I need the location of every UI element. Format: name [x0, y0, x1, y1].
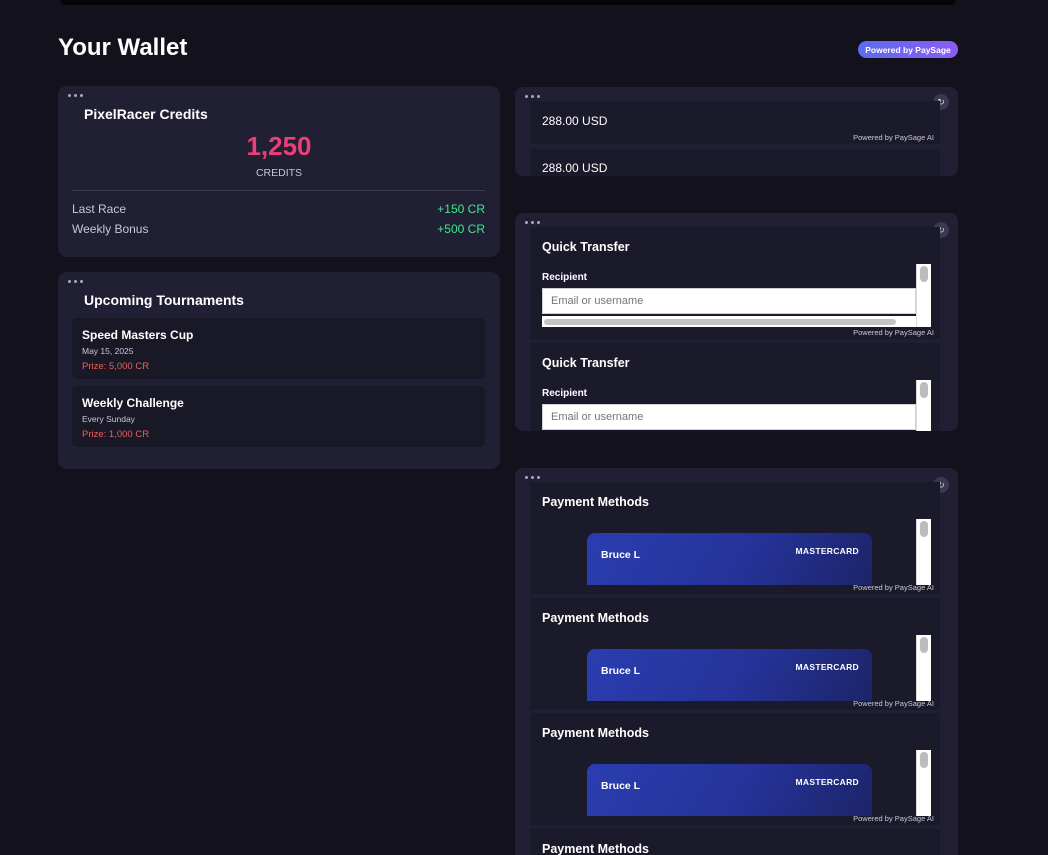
payment-methods-title: Payment Methods [542, 611, 649, 625]
tournament-item[interactable]: Speed Masters Cup May 15, 2025 Prize: 5,… [72, 318, 485, 379]
credit-card[interactable]: Bruce L MASTERCARD [587, 764, 872, 816]
card-holder: Bruce L [601, 549, 641, 561]
payment-methods-title: Payment Methods [542, 842, 649, 855]
powered-by-badge[interactable]: Powered by PaySage [858, 41, 958, 58]
powered-by-label: Powered by PaySage AI [853, 699, 934, 708]
vertical-scrollbar[interactable] [916, 264, 931, 327]
payment-frame: Payment Methods Bruce L MASTERCARD Power… [530, 598, 940, 710]
credit-card[interactable]: Bruce L MASTERCARD [587, 533, 872, 585]
credits-title: PixelRacer Credits [84, 106, 208, 122]
balance-amount: 288.00 USD [542, 114, 608, 128]
tournaments-card: Upcoming Tournaments Speed Masters Cup M… [58, 272, 500, 469]
credit-card[interactable]: Bruce L MASTERCARD [587, 649, 872, 701]
recipient-label: Recipient [542, 272, 588, 283]
payment-frame: Payment Methods [530, 829, 940, 855]
powered-by-label: Powered by PaySage AI [853, 328, 934, 337]
credits-card: PixelRacer Credits 1,250 CREDITS Last Ra… [58, 86, 500, 257]
recipient-input[interactable] [542, 288, 916, 314]
vertical-scrollbar[interactable] [916, 635, 931, 701]
more-dots-icon[interactable] [68, 280, 88, 286]
payment-frame: Payment Methods Bruce L MASTERCARD Power… [530, 482, 940, 594]
credits-unit: CREDITS [255, 167, 303, 179]
tournament-prize: Prize: 1,000 CR [82, 429, 150, 440]
tournament-name: Weekly Challenge [82, 396, 184, 410]
powered-by-label: Powered by PaySage AI [853, 814, 934, 823]
more-dots-icon[interactable] [68, 94, 88, 100]
horizontal-scrollbar[interactable] [542, 316, 916, 327]
stat-value: +500 CR [437, 222, 485, 236]
vertical-scrollbar[interactable] [916, 519, 931, 585]
tournament-date: May 15, 2025 [82, 346, 134, 356]
card-brand: MASTERCARD [795, 662, 859, 672]
card-brand: MASTERCARD [795, 546, 859, 556]
card-brand: MASTERCARD [795, 777, 859, 787]
payment-methods-title: Payment Methods [542, 726, 649, 740]
transfer-title: Quick Transfer [542, 356, 630, 370]
stat-row-last-race: Last Race +150 CR [72, 202, 485, 216]
payment-methods-title: Payment Methods [542, 495, 649, 509]
balance-frame: 288.00 USD [530, 149, 940, 176]
transfer-frame: Quick Transfer Recipient Powered by PayS… [530, 227, 940, 339]
card-holder: Bruce L [601, 665, 641, 677]
balance-frame: 288.00 USD Powered by PaySage AI [530, 101, 940, 144]
card-holder: Bruce L [601, 780, 641, 792]
recipient-input[interactable] [542, 404, 916, 430]
divider [72, 190, 485, 191]
stat-value: +150 CR [437, 202, 485, 216]
payment-methods-widget: ↻ Payment Methods Bruce L MASTERCARD Pow… [515, 468, 958, 855]
balance-amount: 288.00 USD [542, 161, 608, 175]
stat-label: Weekly Bonus [72, 222, 149, 236]
quick-transfer-widget: ↻ Quick Transfer Recipient Powered by Pa… [515, 213, 958, 431]
transfer-frame: Quick Transfer Recipient [530, 343, 940, 431]
stat-label: Last Race [72, 202, 127, 216]
payment-frame: Payment Methods Bruce L MASTERCARD Power… [530, 713, 940, 825]
credits-amount: 1,250 [246, 131, 312, 161]
powered-by-label: Powered by PaySage AI [853, 133, 934, 142]
tournament-item[interactable]: Weekly Challenge Every Sunday Prize: 1,0… [72, 386, 485, 447]
tournament-prize: Prize: 5,000 CR [82, 361, 150, 372]
powered-by-label: Powered by PaySage AI [853, 583, 934, 592]
stat-row-weekly-bonus: Weekly Bonus +500 CR [72, 222, 485, 236]
page-title: Your Wallet [58, 34, 188, 61]
vertical-scrollbar[interactable] [916, 380, 931, 431]
balance-widget: ↻ 288.00 USD Powered by PaySage AI 288.0… [515, 87, 958, 176]
tournament-name: Speed Masters Cup [82, 328, 194, 342]
tournaments-title: Upcoming Tournaments [84, 292, 244, 308]
transfer-title: Quick Transfer [542, 240, 630, 254]
tournament-date: Every Sunday [82, 414, 135, 424]
top-bar [60, 0, 956, 5]
vertical-scrollbar[interactable] [916, 750, 931, 816]
recipient-label: Recipient [542, 388, 588, 399]
